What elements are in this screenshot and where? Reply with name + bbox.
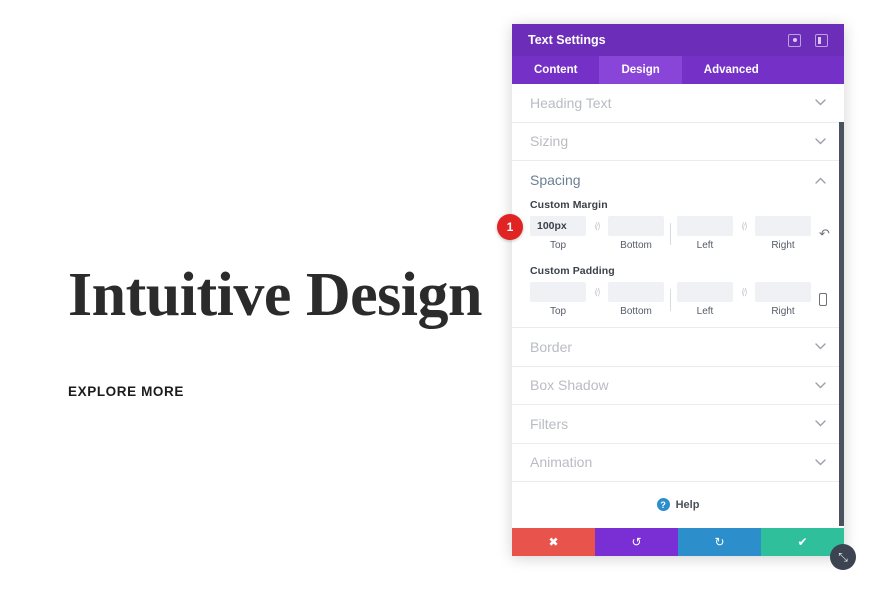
padding-top-input[interactable] — [530, 282, 586, 302]
section-label: Border — [530, 338, 573, 355]
margin-right-label: Right — [771, 240, 795, 251]
margin-vertical-pair: Top ⟨⁄⟩ Bottom — [530, 216, 664, 251]
margin-bottom-label: Bottom — [620, 240, 652, 251]
chevron-down-icon — [815, 420, 826, 427]
custom-margin-row: Top ⟨⁄⟩ Bottom — [530, 216, 844, 251]
chevron-down-icon — [815, 382, 826, 389]
link-margin-vertical-icon[interactable]: ⟨⁄⟩ — [586, 216, 608, 236]
chevron-up-icon — [815, 177, 826, 184]
padding-row-actions — [811, 290, 827, 310]
section-spacing-header[interactable]: Spacing — [512, 161, 844, 199]
step-badge: 1 — [497, 214, 523, 240]
responsive-mobile-icon[interactable] — [819, 293, 827, 306]
custom-padding-row: Top ⟨⁄⟩ Bottom Left ⟨⁄⟩ Right — [530, 282, 827, 317]
padding-bottom-label: Bottom — [620, 306, 652, 317]
chevron-down-icon — [815, 343, 826, 350]
section-sizing[interactable]: Sizing — [512, 123, 844, 161]
panel-body: Heading Text Sizing Spacing Custom Margi… — [512, 84, 844, 528]
section-label: Sizing — [530, 133, 569, 150]
custom-padding-group: Custom Padding Top ⟨⁄⟩ Bottom Left ⟨⁄⟩ R… — [512, 265, 844, 317]
chevron-down-icon — [815, 138, 826, 145]
margin-left-label: Left — [696, 240, 714, 251]
discard-button[interactable]: ✖ — [512, 528, 595, 556]
section-border[interactable]: Border — [512, 328, 844, 367]
help-icon: ? — [656, 498, 670, 511]
padding-top-cell: Top — [530, 282, 586, 317]
custom-margin-label: Custom Margin — [530, 199, 608, 211]
explore-more-link[interactable]: EXPLORE MORE — [68, 384, 184, 399]
custom-padding-label: Custom Padding — [530, 265, 615, 277]
reset-icon[interactable]: ↶ — [819, 227, 830, 240]
margin-top-cell: Top — [530, 216, 586, 251]
section-label: Heading Text — [530, 94, 612, 111]
margin-fields: Top ⟨⁄⟩ Bottom — [530, 216, 811, 251]
screen-root: Intuitive Design EXPLORE MORE Text Setti… — [0, 0, 880, 592]
panel-footer: ✖ ↺ ↻ ✔ — [512, 528, 844, 556]
help-row[interactable]: ? Help — [512, 482, 844, 511]
undo-button[interactable]: ↺ — [595, 528, 678, 556]
margin-bottom-cell: Bottom — [608, 216, 664, 251]
custom-margin-group: Custom Margin Top ⟨⁄⟩ — [512, 199, 844, 251]
panel-header-icons — [788, 33, 828, 47]
chevron-down-icon — [815, 99, 826, 106]
padding-divider — [670, 288, 671, 311]
section-filters[interactable]: Filters — [512, 405, 844, 444]
margin-left-cell: Left — [677, 216, 733, 251]
margin-right-input[interactable] — [755, 216, 811, 236]
padding-left-label: Left — [696, 306, 714, 317]
padding-left-input[interactable] — [677, 282, 733, 302]
link-padding-horizontal-icon[interactable]: ⟨⁄⟩ — [733, 282, 755, 302]
margin-top-input[interactable] — [530, 216, 586, 236]
section-heading-text[interactable]: Heading Text — [512, 84, 844, 123]
padding-vertical-pair: Top ⟨⁄⟩ Bottom — [530, 282, 664, 317]
margin-horizontal-pair: Left ⟨⁄⟩ Right — [677, 216, 811, 251]
link-margin-horizontal-icon[interactable]: ⟨⁄⟩ — [733, 216, 755, 236]
text-settings-panel: Text Settings Content Design Advanced He… — [512, 24, 844, 556]
resize-handle[interactable]: ⤡ — [830, 544, 856, 570]
margin-bottom-input[interactable] — [608, 216, 664, 236]
tab-design[interactable]: Design — [599, 56, 682, 84]
panel-scrollbar[interactable] — [839, 84, 844, 528]
link-padding-vertical-icon[interactable]: ⟨⁄⟩ — [586, 282, 608, 302]
scrollbar-thumb[interactable] — [839, 122, 844, 526]
redo-button[interactable]: ↻ — [678, 528, 761, 556]
section-label: Animation — [530, 454, 593, 471]
padding-left-cell: Left — [677, 282, 733, 317]
padding-right-input[interactable] — [755, 282, 811, 302]
tab-advanced[interactable]: Advanced — [682, 56, 781, 84]
margin-left-input[interactable] — [677, 216, 733, 236]
panel-header: Text Settings — [512, 24, 844, 56]
padding-bottom-input[interactable] — [608, 282, 664, 302]
page-canvas: Intuitive Design EXPLORE MORE — [0, 0, 512, 592]
padding-top-label: Top — [549, 306, 567, 317]
panel-title: Text Settings — [528, 33, 606, 47]
section-spacing: Spacing Custom Margin Top — [512, 161, 844, 328]
section-label: Filters — [530, 415, 569, 432]
help-label: Help — [675, 498, 700, 511]
padding-bottom-cell: Bottom — [608, 282, 664, 317]
section-box-shadow[interactable]: Box Shadow — [512, 367, 844, 405]
section-animation[interactable]: Animation — [512, 444, 844, 482]
panel-tabs: Content Design Advanced — [512, 56, 844, 84]
padding-fields: Top ⟨⁄⟩ Bottom Left ⟨⁄⟩ Right — [530, 282, 811, 317]
padding-right-label: Right — [771, 306, 795, 317]
margin-right-cell: Right — [755, 216, 811, 251]
tab-content[interactable]: Content — [512, 56, 599, 84]
page-title: Intuitive Design — [68, 261, 482, 329]
padding-horizontal-pair: Left ⟨⁄⟩ Right — [677, 282, 811, 317]
padding-right-cell: Right — [755, 282, 811, 317]
margin-top-label: Top — [549, 240, 567, 251]
section-label: Spacing — [530, 172, 581, 188]
margin-divider — [670, 222, 671, 245]
layout-toggle-icon[interactable] — [815, 33, 828, 47]
fullscreen-icon[interactable] — [788, 33, 801, 47]
section-label: Box Shadow — [530, 377, 609, 394]
chevron-down-icon — [815, 459, 826, 466]
